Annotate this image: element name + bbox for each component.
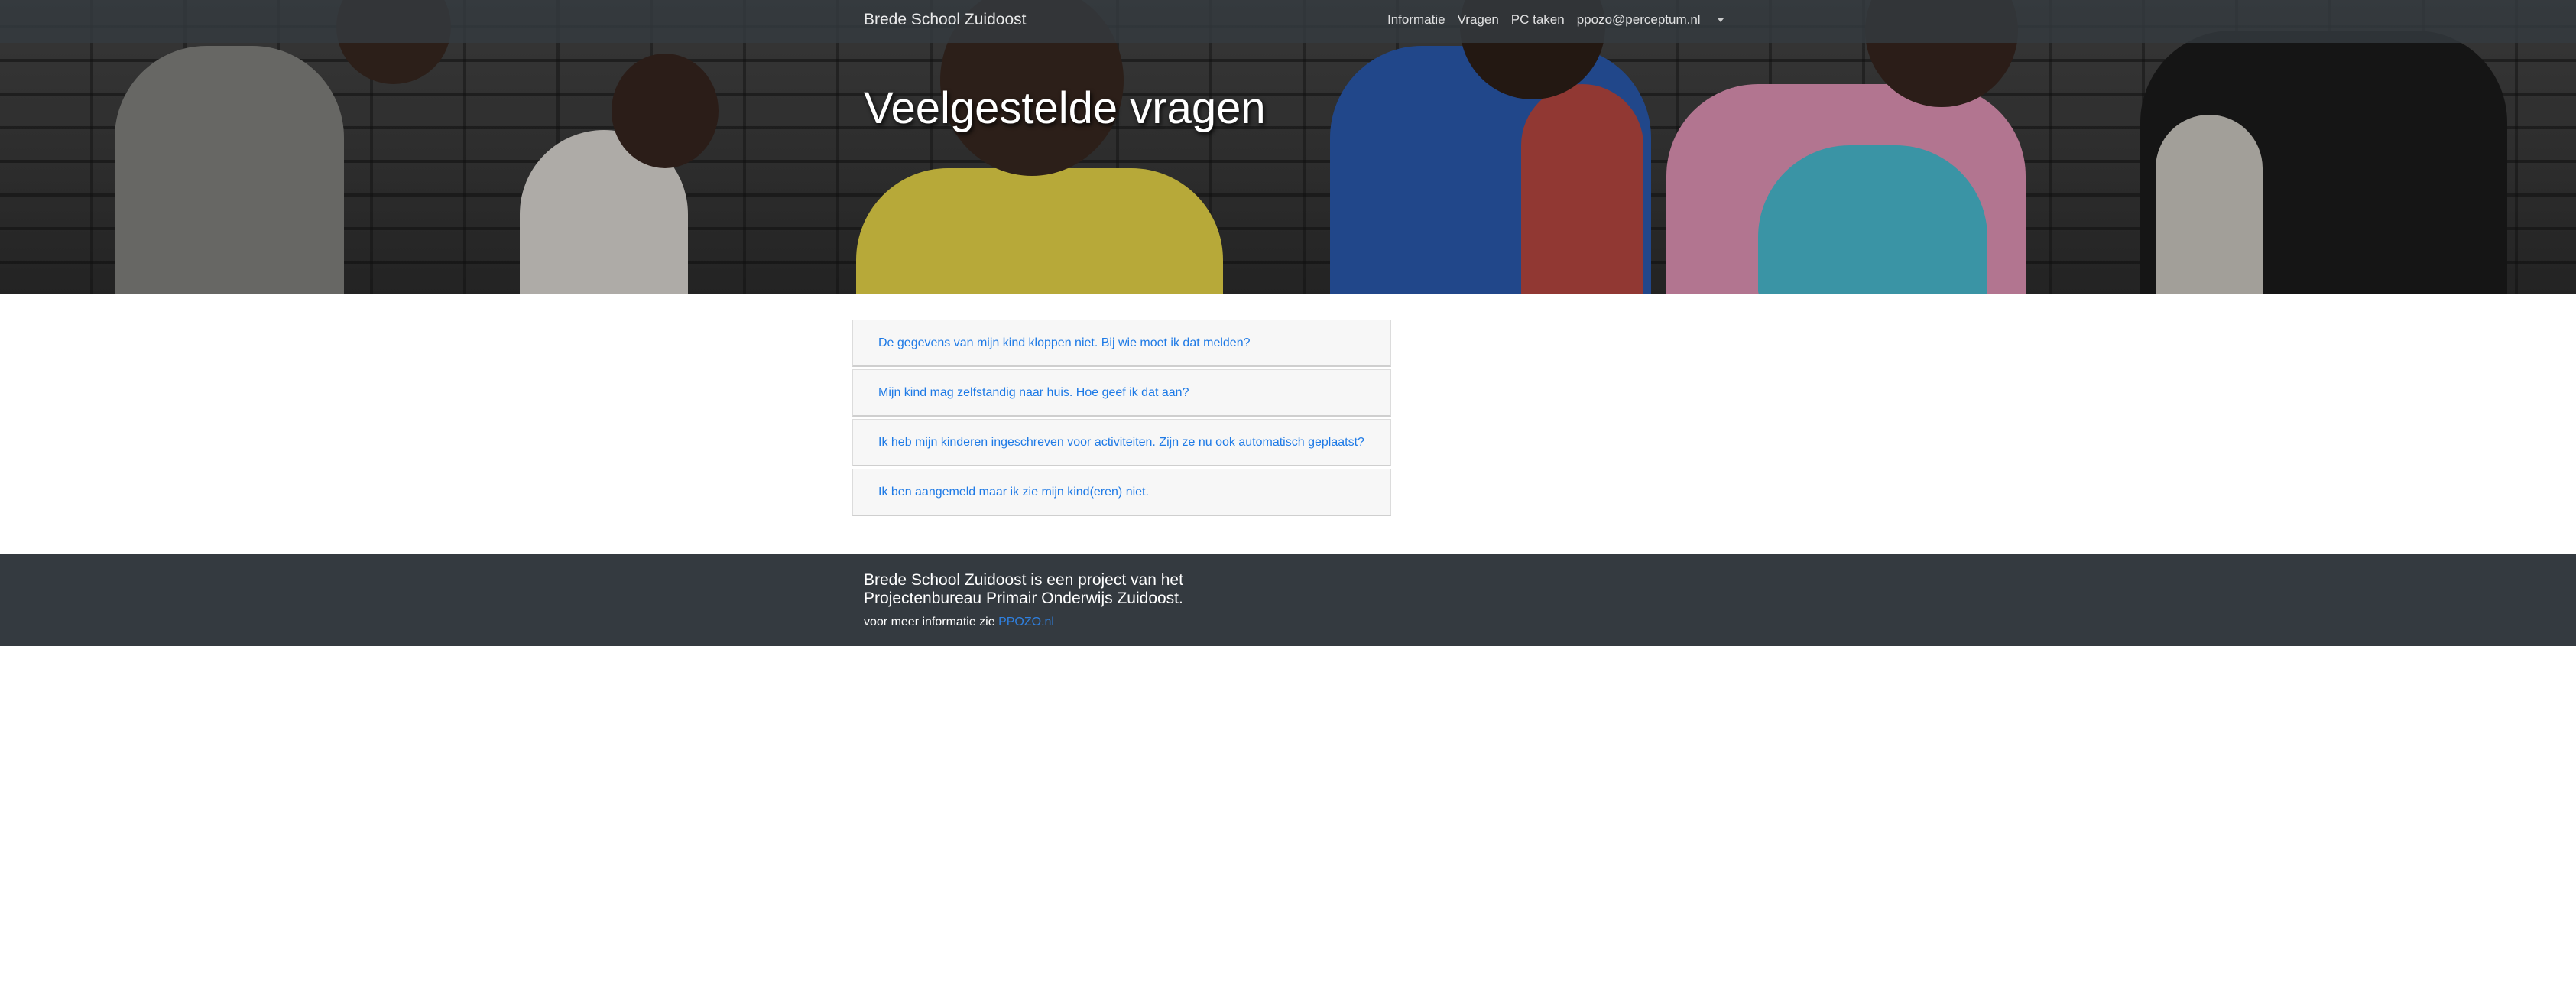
nav-item-user-email[interactable]: ppozo@perceptum.nl [1577, 12, 1701, 28]
site-footer: Brede School Zuidoost is een project van… [0, 554, 2576, 646]
footer-title: Brede School Zuidoost is een project van… [864, 571, 1183, 607]
nav-item-vragen[interactable]: Vragen [1458, 12, 1499, 28]
hero-overlay [0, 0, 2576, 294]
faq-accordion: De gegevens van mijn kind kloppen niet. … [852, 320, 1391, 518]
faq-item: Ik ben aangemeld maar ik zie mijn kind(e… [852, 469, 1391, 516]
ppozo-link[interactable]: PPOZO.nl [998, 616, 1054, 629]
page-title: Veelgestelde vragen [864, 83, 1266, 133]
brand-link[interactable]: Brede School Zuidoost [864, 11, 1026, 29]
faq-item: Ik heb mijn kinderen ingeschreven voor a… [852, 419, 1391, 466]
footer-info-text: voor meer informatie zie [864, 616, 995, 629]
nav-item-pc-taken[interactable]: PC taken [1511, 12, 1565, 28]
faq-item: Mijn kind mag zelfstandig naar huis. Hoe… [852, 369, 1391, 417]
dropdown-caret-icon[interactable] [1717, 18, 1724, 22]
hero-banner: Veelgestelde vragen [0, 0, 2576, 294]
nav-links: Informatie Vragen PC taken ppozo@percept… [1387, 12, 1724, 28]
faq-question-link[interactable]: Ik ben aangemeld maar ik zie mijn kind(e… [878, 486, 1149, 499]
footer-info: voor meer informatie zie PPOZO.nl [864, 616, 1054, 629]
nav-item-informatie[interactable]: Informatie [1387, 12, 1445, 28]
faq-question-link[interactable]: Mijn kind mag zelfstandig naar huis. Hoe… [878, 386, 1189, 400]
faq-item: De gegevens van mijn kind kloppen niet. … [852, 320, 1391, 367]
top-navbar: Brede School Zuidoost Informatie Vragen … [0, 0, 2576, 43]
faq-question-link[interactable]: Ik heb mijn kinderen ingeschreven voor a… [878, 436, 1364, 450]
faq-question-link[interactable]: De gegevens van mijn kind kloppen niet. … [878, 336, 1251, 350]
